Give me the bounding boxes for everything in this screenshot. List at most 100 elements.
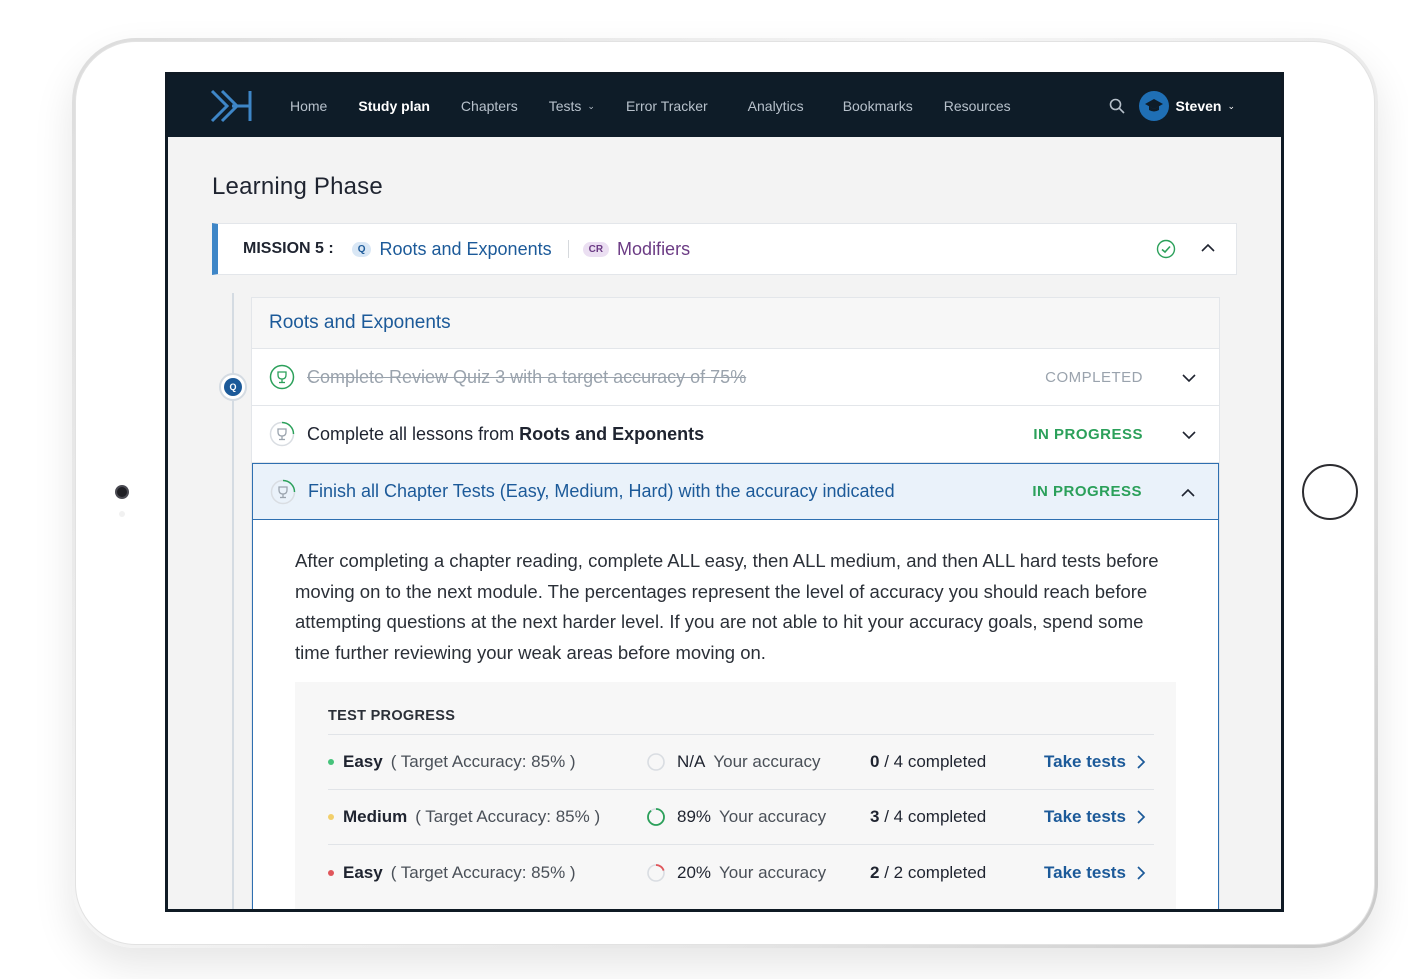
page-title: Learning Phase (212, 173, 383, 200)
level-name: Medium (343, 807, 408, 826)
app-logo-icon[interactable] (210, 89, 254, 123)
quant-tag: Q (351, 241, 372, 257)
nav-home[interactable]: Home (290, 98, 327, 114)
chevron-down-icon[interactable] (1181, 427, 1197, 443)
level-dot (328, 759, 334, 765)
task-text: Complete Review Quiz 3 with a target acc… (307, 366, 747, 387)
chevron-down-icon[interactable]: ⌄ (1227, 101, 1235, 112)
target-accuracy: ( Target Accuracy: 85% ) (415, 807, 601, 826)
test-progress-panel: TEST PROGRESS Easy ( Target Accuracy: 85… (295, 682, 1176, 909)
user-area: Steven ⌄ (1109, 75, 1235, 137)
accuracy-ring-icon (647, 808, 665, 826)
chevron-down-icon: ⌄ (587, 100, 595, 111)
status-badge: IN PROGRESS (1032, 483, 1142, 500)
task-row[interactable]: Complete Review Quiz 3 with a target acc… (252, 349, 1219, 406)
check-circle-icon (1156, 239, 1176, 259)
completed-value: 0 (870, 752, 880, 771)
take-tests-label: Take tests (1044, 752, 1126, 771)
completed-count: 2 / 2 completed (870, 863, 986, 883)
chevron-up-icon[interactable] (1200, 240, 1216, 256)
completed-value: 2 (870, 862, 880, 882)
level-dot (328, 814, 334, 820)
avatar[interactable] (1138, 91, 1169, 121)
nav-tests-label: Tests (548, 98, 582, 114)
completed-value: 3 (870, 807, 880, 826)
mission-label: MISSION 5 : (243, 240, 334, 257)
level-dot (328, 869, 334, 876)
accuracy-label: Your accuracy (719, 807, 827, 826)
task-details: After completing a chapter reading, comp… (252, 520, 1219, 909)
nav-bookmarks[interactable]: Bookmarks (843, 98, 913, 114)
completed-total: / 4 completed (884, 807, 987, 826)
nav-analytics[interactable]: Analytics (748, 98, 804, 114)
task-row-expanded[interactable]: Finish all Chapter Tests (Easy, Medium, … (252, 463, 1219, 520)
nav-resources[interactable]: Resources (944, 98, 1011, 114)
completed-total: / 2 completed (884, 862, 987, 882)
level-name: Easy (343, 752, 383, 771)
app-screen: Home Study plan Chapters Tests ⌄ Error T… (165, 72, 1284, 912)
chevron-up-icon[interactable] (1180, 485, 1196, 501)
nav-study-plan[interactable]: Study plan (358, 98, 430, 114)
accuracy: 20% Your accuracy (646, 863, 826, 883)
user-name[interactable]: Steven (1176, 98, 1222, 114)
task-text: Complete all lessons from Roots and Expo… (307, 424, 704, 445)
take-tests-label: Take tests (1044, 807, 1126, 826)
home-button[interactable] (1302, 464, 1358, 520)
chevron-right-icon (1137, 810, 1146, 824)
test-progress-row: Easy ( Target Accuracy: 85% ) N/A Your a… (328, 735, 1154, 790)
accuracy: N/A Your accuracy (646, 752, 820, 772)
test-progress-title: TEST PROGRESS (328, 708, 1154, 735)
task-description: After completing a chapter reading, comp… (295, 550, 1159, 663)
take-tests-link[interactable]: Take tests (1044, 752, 1146, 772)
status-badge: COMPLETED (1045, 368, 1143, 386)
accuracy-value: N/A (677, 752, 706, 771)
top-navbar: Home Study plan Chapters Tests ⌄ Error T… (168, 75, 1281, 137)
status-badge: IN PROGRESS (1033, 425, 1143, 443)
take-tests-link[interactable]: Take tests (1044, 863, 1146, 883)
quant-node-tag: Q (224, 378, 242, 396)
trophy-icon (269, 421, 295, 447)
level-name: Easy (343, 862, 383, 882)
mission-header[interactable]: MISSION 5 : Q Roots and Exponents CR Mod… (212, 223, 1237, 275)
search-icon[interactable] (1109, 98, 1125, 114)
accuracy-ring-icon (647, 753, 665, 771)
test-progress-row: Medium ( Target Accuracy: 85% ) 89% Your… (328, 790, 1154, 845)
cr-tag: CR (582, 241, 610, 257)
chevron-right-icon (1137, 755, 1146, 769)
task-text-topic: Roots and Exponents (519, 423, 705, 444)
sensor-icon (119, 511, 125, 517)
target-accuracy: ( Target Accuracy: 85% ) (390, 862, 576, 882)
mission-topic-modifiers[interactable]: Modifiers (617, 239, 690, 260)
mission-topic-roots[interactable]: Roots and Exponents (379, 239, 551, 260)
nav-error-tracker[interactable]: Error Tracker (626, 98, 708, 114)
trophy-icon (269, 364, 295, 390)
completed-total: / 4 completed (884, 752, 987, 771)
accuracy-label: Your accuracy (719, 862, 827, 882)
task-text: Finish all Chapter Tests (Easy, Medium, … (308, 481, 895, 501)
graduation-cap-icon (1144, 99, 1163, 112)
nav-tests[interactable]: Tests ⌄ (549, 98, 595, 114)
chevron-right-icon (1137, 865, 1146, 880)
accuracy-ring-icon (647, 863, 665, 882)
take-tests-label: Take tests (1044, 862, 1126, 882)
main-content: Learning Phase MISSION 5 : Q Roots and E… (168, 137, 1281, 909)
nav-chapters[interactable]: Chapters (461, 98, 518, 114)
accuracy-label: Your accuracy (713, 752, 821, 771)
accuracy-value: 89% (677, 807, 712, 826)
accuracy: 89% Your accuracy (646, 807, 826, 827)
completed-count: 3 / 4 completed (870, 807, 986, 827)
timeline-node: Q (219, 373, 247, 401)
task-text-prefix: Complete all lessons from (307, 423, 520, 444)
trophy-icon (270, 479, 296, 504)
test-progress-row: Easy ( Target Accuracy: 85% ) 20% Your a… (328, 845, 1154, 900)
chevron-down-icon[interactable] (1181, 370, 1197, 386)
topic-title: Roots and Exponents (252, 298, 1219, 349)
divider (567, 240, 569, 258)
take-tests-link[interactable]: Take tests (1044, 807, 1146, 827)
target-accuracy: ( Target Accuracy: 85% ) (390, 752, 576, 771)
accuracy-value: 20% (677, 862, 712, 882)
topic-panel: Roots and Exponents Complete Review Quiz… (251, 297, 1220, 909)
task-row[interactable]: Complete all lessons from Roots and Expo… (252, 406, 1219, 463)
camera-icon (115, 485, 129, 499)
completed-count: 0 / 4 completed (870, 752, 986, 772)
